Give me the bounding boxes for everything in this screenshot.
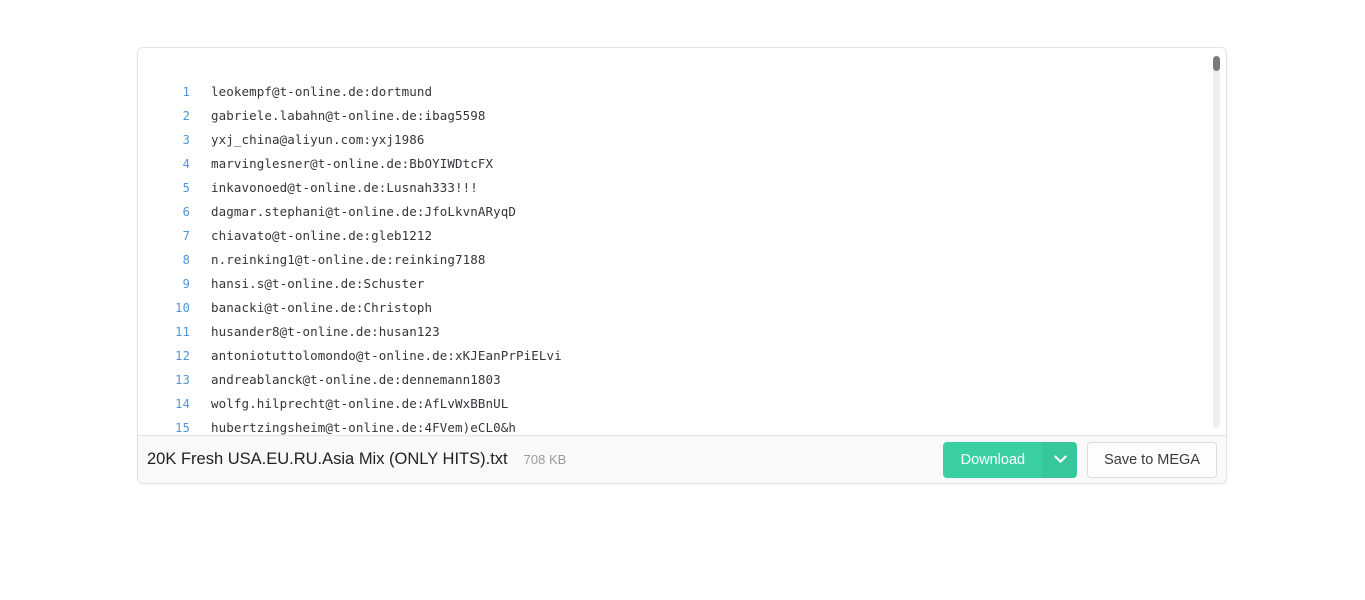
code-line: 3 yxj_china@aliyun.com:yxj1986 [138,128,1226,152]
line-number: 10 [175,301,190,315]
save-to-mega-button[interactable]: Save to MEGA [1087,441,1217,478]
chevron-down-icon [1054,455,1067,464]
line-number: 8 [182,253,190,267]
code-preview-viewport[interactable]: 1 leokempf@t-online.de:dortmund 2 gabriele.… [138,48,1226,436]
code-line: 13 andreablanck@t-online.de:dennemann1803 [138,368,1226,392]
file-size-label: 708 KB [523,452,567,467]
file-name-label: 20K Fresh USA.EU.RU.Asia Mix (ONLY HITS)… [147,450,508,468]
code-line: 6 dagmar.stephani@t-online.de:JfoLkvnARyq… [138,200,1226,224]
file-preview-card: 1 leokempf@t-online.de:dortmund 2 gabriele.… [137,47,1227,484]
line-number: 3 [182,133,190,147]
line-content: dagmar.stephani@t-online.de:JfoLkvnARyqD [211,204,517,219]
line-content: banacki@t-online.de:Christoph [211,300,433,315]
line-content: yxj_china@aliyun.com:yxj1986 [211,132,425,147]
code-line: 11 husander8@t-online.de:husan123 [138,320,1226,344]
code-line-list: 1 leokempf@t-online.de:dortmund 2 gabriele.… [138,48,1226,436]
download-options-button[interactable] [1043,441,1078,478]
line-number: 9 [182,277,190,291]
preview-scrollbar-thumb[interactable] [1213,56,1220,71]
line-content: leokempf@t-online.de:dortmund [211,84,433,99]
code-line: 1 leokempf@t-online.de:dortmund [138,80,1226,104]
line-content: andreablanck@t-online.de:dennemann1803 [211,372,501,387]
line-content: chiavato@t-online.de:gleb1212 [211,228,433,243]
line-content: husander8@t-online.de:husan123 [211,324,440,339]
line-number: 6 [182,205,190,219]
file-action-bar: 20K Fresh USA.EU.RU.Asia Mix (ONLY HITS)… [138,435,1226,483]
line-number: 4 [182,157,190,171]
line-number: 11 [175,325,190,339]
line-content: marvinglesner@t-online.de:BbOYIWDtcFX [211,156,494,171]
line-number: 13 [175,373,190,387]
code-line: 4 marvinglesner@t-online.de:BbOYIWDtcFX [138,152,1226,176]
code-line: 7 chiavato@t-online.de:gleb1212 [138,224,1226,248]
line-number: 2 [182,109,190,123]
line-number: 1 [182,85,190,99]
code-line: 8 n.reinking1@t-online.de:reinking7188 [138,248,1226,272]
code-line: 14 wolfg.hilprecht@t-online.de:AfLvWxBBnU… [138,392,1226,416]
line-number: 5 [182,181,190,195]
line-content: wolfg.hilprecht@t-online.de:AfLvWxBBnUL [211,396,509,411]
code-line: 10 banacki@t-online.de:Christoph [138,296,1226,320]
line-content: hubertzingsheim@t-online.de:4FVem)eCL0&h [211,420,517,435]
line-content: antoniotuttolomondo@t-online.de:xKJEanPr… [211,348,562,363]
preview-scrollbar-track[interactable] [1213,56,1220,428]
line-content: n.reinking1@t-online.de:reinking7188 [211,252,486,267]
code-line: 15 hubertzingsheim@t-online.de:4FVem)eCL0… [138,416,1226,436]
line-number: 12 [175,349,190,363]
code-line: 5 inkavonoed@t-online.de:Lusnah333!!! [138,176,1226,200]
line-number: 15 [175,421,190,435]
code-line: 12 antoniotuttolomondo@t-online.de:xKJEan… [138,344,1226,368]
line-content: gabriele.labahn@t-online.de:ibag5598 [211,108,486,123]
download-button-group: Download [942,441,1078,478]
code-line: 9 hansi.s@t-online.de:Schuster [138,272,1226,296]
line-content: hansi.s@t-online.de:Schuster [211,276,425,291]
line-number: 14 [175,397,190,411]
line-content: inkavonoed@t-online.de:Lusnah333!!! [211,180,478,195]
code-line: 2 gabriele.labahn@t-online.de:ibag5598 [138,104,1226,128]
line-number: 7 [182,229,190,243]
download-button[interactable]: Download [942,441,1044,478]
